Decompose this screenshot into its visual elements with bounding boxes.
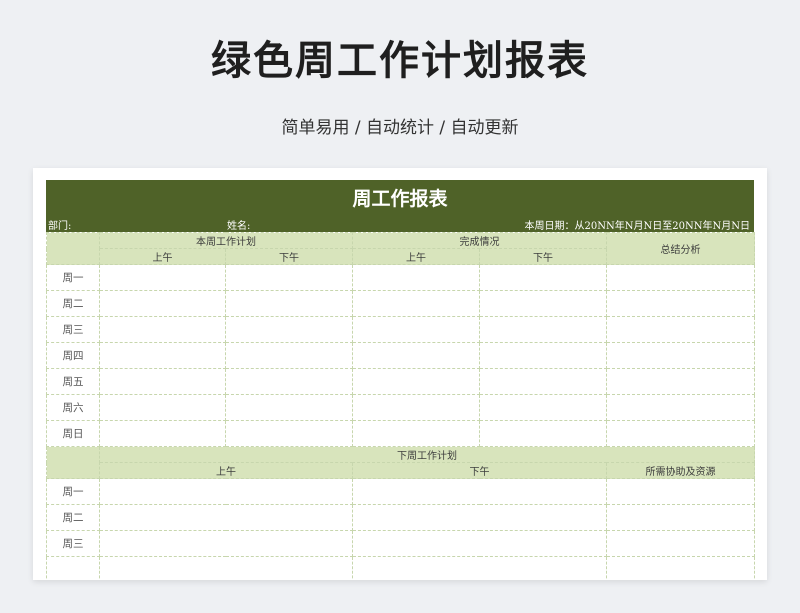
cell[interactable] [606,478,755,505]
cell[interactable] [225,264,353,291]
cell[interactable] [99,530,353,557]
date-range-label: 本周日期：从20NN年N月N日至20NN年N月N日 [524,221,750,232]
plan-pm-header: 下午 [225,248,353,265]
day-label: 周四 [46,342,100,369]
cell[interactable] [606,368,755,395]
table-row: 周六 [46,394,755,421]
day-label: 周一 [46,478,100,505]
cell[interactable] [352,420,480,447]
day-label: 周一 [46,264,100,291]
page-title: 绿色周工作计划报表 [211,38,589,84]
day-label [46,556,100,580]
cell[interactable] [479,342,607,369]
cell[interactable] [479,316,607,343]
sheet-title: 周工作报表 [352,188,448,210]
cell[interactable] [225,316,353,343]
table-row: 周四 [46,342,755,369]
cell[interactable] [606,504,755,531]
header-blank-cell [46,232,100,265]
cell[interactable] [352,478,607,505]
cell[interactable] [479,420,607,447]
day-label: 周五 [46,368,100,395]
day-label: 周二 [46,504,100,531]
table-row: 周二 [46,504,755,531]
summary-analysis-header: 总结分析 [606,232,755,265]
cell[interactable] [606,556,755,580]
cell[interactable] [99,504,353,531]
cell[interactable] [352,264,480,291]
cell[interactable] [479,264,607,291]
day-label: 周六 [46,394,100,421]
info-row: 部门: 姓名: 本周日期：从20NN年N月N日至20NN年N月N日 [46,215,754,232]
cell[interactable] [352,394,480,421]
cell[interactable] [99,290,226,317]
cell[interactable] [225,368,353,395]
sheet-header: 周工作报表 部门: 姓名: 本周日期：从20NN年N月N日至20NN年N月N日 [46,180,754,232]
cell[interactable] [479,394,607,421]
spreadsheet-preview: 周工作报表 部门: 姓名: 本周日期：从20NN年N月N日至20NN年N月N日 … [33,168,767,580]
cell[interactable] [352,316,480,343]
cell[interactable] [606,530,755,557]
table-row: 周五 [46,368,755,395]
status-am-header: 上午 [352,248,480,265]
cell[interactable] [479,290,607,317]
table-row [46,556,755,580]
cell[interactable] [99,478,353,505]
cell[interactable] [99,420,226,447]
table-row: 周一 [46,478,755,505]
next-week-header-row: 下周工作计划 [46,446,755,479]
day-label: 周三 [46,530,100,557]
cell[interactable] [225,342,353,369]
name-label: 姓名: [227,221,251,232]
table-row: 周二 [46,290,755,317]
cell[interactable] [352,368,480,395]
weekly-report-sheet: 周工作报表 部门: 姓名: 本周日期：从20NN年N月N日至20NN年N月N日 … [46,180,755,580]
page-subtitle: 简单易用 / 自动统计 / 自动更新 [281,118,519,138]
cell[interactable] [225,290,353,317]
resources-header: 所需协助及资源 [606,462,755,479]
cell[interactable] [99,368,226,395]
cell[interactable] [352,504,607,531]
this-week-header-row: 本周工作计划 完成情况 总结分析 [46,232,755,265]
dept-label: 部门: [48,221,72,232]
cell[interactable] [99,342,226,369]
cell[interactable] [99,556,353,580]
cell[interactable] [606,316,755,343]
cell[interactable] [99,316,226,343]
status-pm-header: 下午 [479,248,607,265]
cell[interactable] [99,264,226,291]
cell[interactable] [606,342,755,369]
cell[interactable] [606,394,755,421]
table-row: 周日 [46,420,755,447]
completion-status-header: 完成情况 [352,232,607,249]
header-blank-cell [46,446,100,479]
day-label: 周日 [46,420,100,447]
next-week-subheader-row: 上午 下午 所需协助及资源 [47,462,755,479]
cell[interactable] [352,342,480,369]
cell[interactable] [479,368,607,395]
cell[interactable] [606,264,755,291]
cell[interactable] [606,420,755,447]
next-pm-header: 下午 [352,462,607,479]
cell[interactable] [352,530,607,557]
cell[interactable] [225,420,353,447]
cell[interactable] [606,290,755,317]
cell[interactable] [352,556,607,580]
this-week-plan-header: 本周工作计划 [99,232,353,249]
next-week-plan-header: 下周工作计划 [99,446,755,463]
table-row: 周三 [46,530,755,557]
table-row: 周一 [46,264,755,291]
cell[interactable] [352,290,480,317]
day-label: 周三 [46,316,100,343]
report-table: 本周工作计划 完成情况 总结分析 上午 下午 上午 下午 周一 周二 周三 周四… [46,232,755,580]
cell[interactable] [99,394,226,421]
cell[interactable] [225,394,353,421]
day-label: 周二 [46,290,100,317]
next-am-header: 上午 [99,462,353,479]
table-row: 周三 [46,316,755,343]
plan-am-header: 上午 [99,248,226,265]
